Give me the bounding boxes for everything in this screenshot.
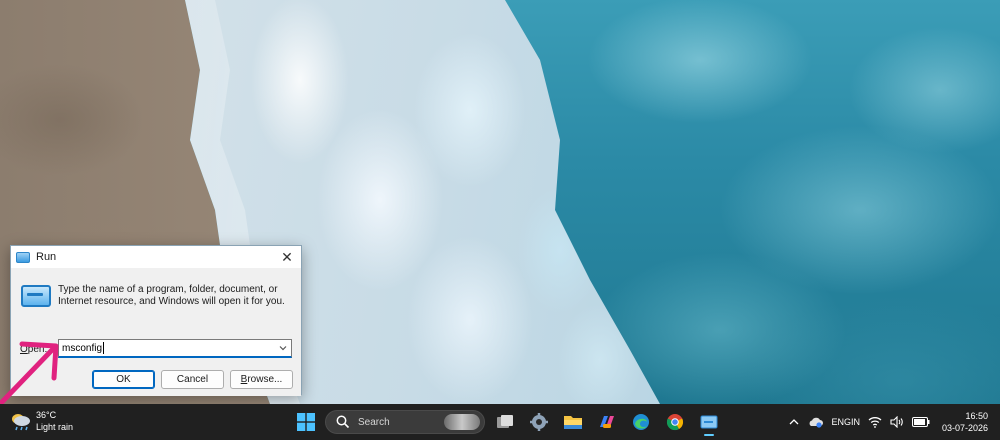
ok-button[interactable]: OK — [92, 370, 155, 389]
weather-condition: Light rain — [36, 422, 74, 432]
chrome-button[interactable] — [661, 408, 689, 436]
browse-button[interactable]: Browse... — [230, 370, 293, 389]
wifi-icon[interactable] — [868, 416, 882, 428]
edge-icon — [633, 414, 649, 430]
language-region: IN — [850, 417, 860, 427]
copilot-button[interactable] — [593, 408, 621, 436]
search-highlight-art — [444, 414, 480, 430]
run-program-icon — [21, 285, 51, 307]
system-tray: ENG IN 16:50 03-07-2026 — [781, 407, 988, 437]
copilot-icon — [600, 416, 614, 428]
annotation-arrow-icon — [0, 341, 59, 405]
volume-icon[interactable] — [890, 416, 904, 428]
run-dialog-titlebar[interactable]: Run ✕ — [11, 246, 301, 268]
weather-widget[interactable]: 36°C Light rain — [10, 409, 73, 433]
weather-text: 36°C Light rain — [36, 409, 73, 433]
task-view-button[interactable] — [491, 408, 519, 436]
browse-label-text: rowse... — [247, 374, 283, 385]
search-icon — [336, 415, 350, 429]
cancel-button[interactable]: Cancel — [161, 370, 224, 389]
text-caret — [103, 342, 105, 354]
battery-icon[interactable] — [911, 417, 930, 427]
search-placeholder: Search — [358, 416, 390, 428]
settings-icon — [530, 413, 548, 431]
clock-time: 16:50 — [965, 411, 988, 421]
edge-button[interactable] — [627, 408, 655, 436]
settings-button[interactable] — [525, 408, 553, 436]
windows-start-icon — [297, 413, 315, 431]
close-button[interactable]: ✕ — [273, 246, 301, 268]
taskbar-clock[interactable]: 16:50 03-07-2026 — [942, 410, 988, 434]
file-explorer-button[interactable] — [559, 408, 587, 436]
file-explorer-icon — [564, 416, 582, 429]
open-combobox[interactable]: msconfig — [58, 339, 292, 358]
chevron-down-icon[interactable] — [279, 343, 287, 353]
run-icon — [700, 415, 718, 429]
weather-temp: 36°C — [36, 410, 57, 420]
chevron-up-icon[interactable] — [789, 419, 799, 425]
run-taskbar-button[interactable] — [695, 408, 723, 436]
run-dialog-title: Run — [36, 251, 57, 263]
onedrive-icon[interactable] — [807, 416, 824, 428]
clock-date: 03-07-2026 — [941, 423, 988, 433]
run-icon — [16, 251, 30, 263]
taskbar: 36°C Light rain Search ENG IN 16:50 03-0… — [0, 404, 1000, 440]
chrome-icon — [666, 414, 684, 431]
language-code: ENG — [831, 417, 851, 427]
browse-access-key: B — [240, 374, 248, 385]
taskbar-search[interactable]: Search — [325, 410, 485, 434]
run-dialog-description: Type the name of a program, folder, docu… — [58, 284, 285, 307]
input-language[interactable]: ENG IN — [831, 416, 860, 428]
cloud-rain-icon — [10, 411, 32, 431]
task-view-icon — [497, 415, 513, 428]
taskbar-center: Search — [291, 407, 723, 437]
start-button[interactable] — [291, 407, 321, 437]
